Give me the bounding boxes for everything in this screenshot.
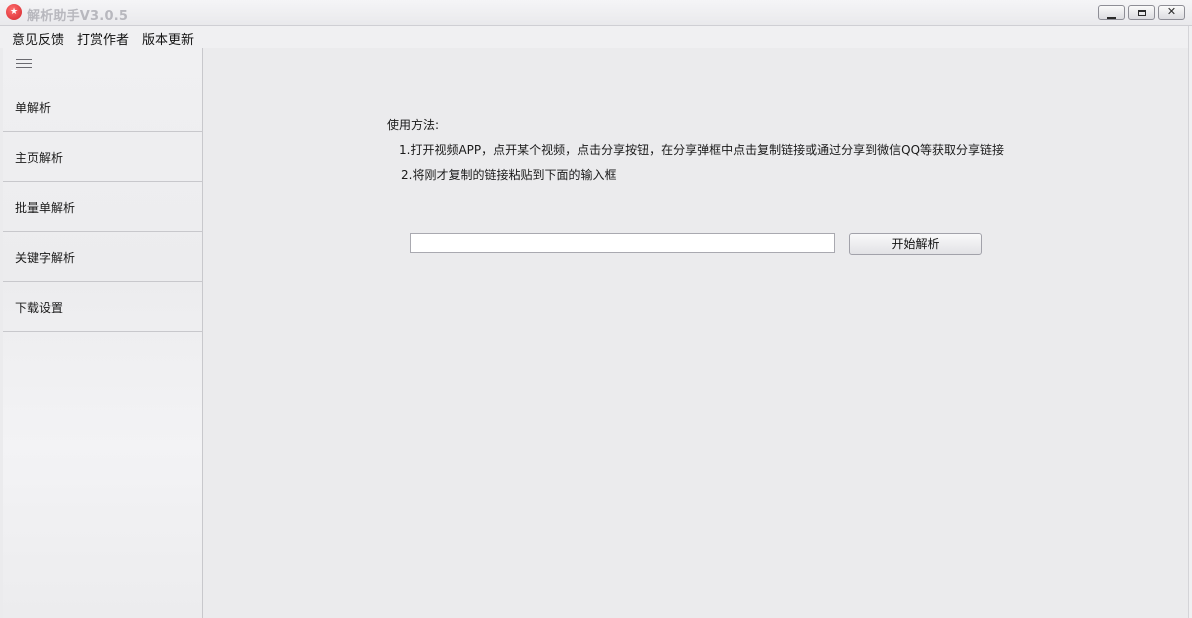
usage-step-1: 1.打开视频APP，点开某个视频，点击分享按钮，在分享弹框中点击复制链接或通过分… xyxy=(399,143,1005,157)
minimize-icon xyxy=(1107,17,1116,19)
start-parse-button[interactable]: 开始解析 xyxy=(849,233,982,255)
sidebar-item-keyword-parse[interactable]: 关键字解析 xyxy=(3,232,202,282)
sidebar-item-batch-parse[interactable]: 批量单解析 xyxy=(3,182,202,232)
sidebar-item-label: 单解析 xyxy=(15,101,52,115)
menu-update[interactable]: 版本更新 xyxy=(142,29,194,48)
usage-step-2: 2.将刚才复制的链接粘贴到下面的输入框 xyxy=(401,168,617,182)
hamburger-icon[interactable] xyxy=(16,59,32,70)
sidebar-item-label: 批量单解析 xyxy=(15,201,76,215)
sidebar-item-label: 主页解析 xyxy=(15,151,64,165)
app-logo-icon: ★ xyxy=(6,4,22,20)
close-icon: ✕ xyxy=(1166,5,1177,18)
sidebar-item-homepage-parse[interactable]: 主页解析 xyxy=(3,132,202,182)
sidebar-item-label: 关键字解析 xyxy=(15,251,76,265)
menu-donate[interactable]: 打赏作者 xyxy=(77,29,129,48)
menu-feedback[interactable]: 意见反馈 xyxy=(12,29,64,48)
sidebar-item-download-settings[interactable]: 下载设置 xyxy=(3,282,202,332)
sidebar: 单解析 主页解析 批量单解析 关键字解析 下载设置 xyxy=(3,48,203,618)
window-right-border xyxy=(1188,26,1192,618)
maximize-icon xyxy=(1137,10,1146,16)
sidebar-item-single-parse[interactable]: 单解析 xyxy=(3,82,202,132)
window-title: 解析助手V3.0.5 xyxy=(27,9,129,24)
sidebar-item-label: 下载设置 xyxy=(15,301,64,315)
share-link-input[interactable] xyxy=(410,233,835,253)
app-window: ★ 解析助手V3.0.5 ✕ 意见反馈 打赏作者 版本更新 单解析 主页解析 批… xyxy=(0,0,1192,618)
menu-bar: 意见反馈 打赏作者 版本更新 xyxy=(0,26,1192,48)
maximize-button[interactable] xyxy=(1128,5,1155,20)
usage-title: 使用方法: xyxy=(387,118,440,132)
close-button[interactable]: ✕ xyxy=(1158,5,1185,20)
minimize-button[interactable] xyxy=(1098,5,1125,20)
title-bar[interactable]: ★ 解析助手V3.0.5 ✕ xyxy=(0,0,1192,26)
main-content: 使用方法: 1.打开视频APP，点开某个视频，点击分享按钮，在分享弹框中点击复制… xyxy=(204,48,1188,618)
